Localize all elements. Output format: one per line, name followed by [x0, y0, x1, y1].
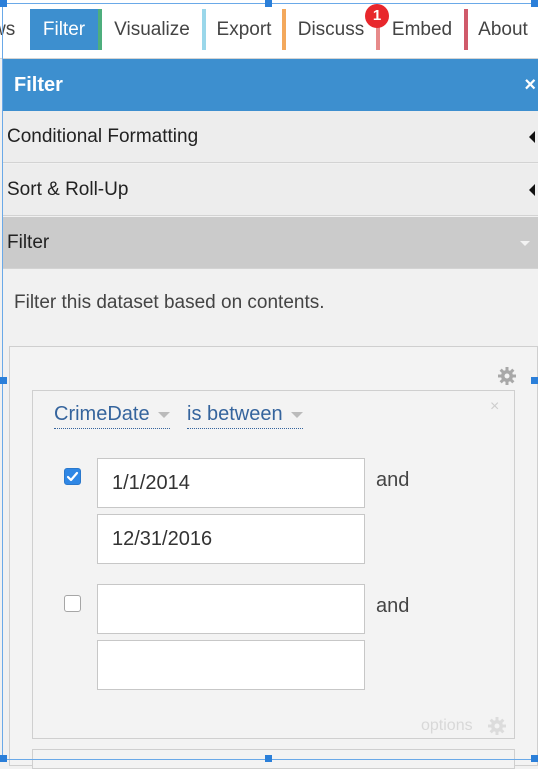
resize-handle[interactable]	[0, 755, 7, 762]
section-sort-rollup[interactable]: Sort & Roll-Up	[3, 164, 538, 216]
operator-dropdown[interactable]: is between	[187, 403, 303, 429]
tab-export[interactable]: Export	[206, 9, 286, 50]
resize-handle[interactable]	[265, 755, 272, 762]
tab-filter[interactable]: Filter	[30, 9, 102, 50]
tab-embed[interactable]: Embed	[380, 9, 468, 50]
resize-handle[interactable]	[531, 755, 538, 762]
tab-bar: ws Filter Visualize Export Discuss Embed…	[0, 0, 538, 59]
condition-1-from-input[interactable]	[97, 458, 365, 508]
operator-dropdown-label: is between	[187, 403, 283, 425]
section-filter[interactable]: Filter	[3, 217, 538, 269]
caret-down-icon	[520, 241, 530, 246]
resize-handle[interactable]	[0, 0, 7, 7]
condition-2-from-input[interactable]	[97, 584, 365, 634]
resize-handle[interactable]	[265, 0, 272, 7]
close-icon[interactable]: ×	[524, 59, 536, 111]
chevron-down-icon	[157, 411, 170, 418]
condition-1-checkbox[interactable]	[64, 468, 81, 485]
panel-title: Filter	[14, 74, 63, 96]
tab-visualize[interactable]: Visualize	[102, 9, 206, 50]
condition-2-to-input[interactable]	[97, 640, 365, 690]
caret-left-icon	[529, 184, 535, 196]
section-label: Sort & Roll-Up	[7, 179, 129, 200]
filter-panel-header: Filter ×	[3, 59, 538, 111]
filter-description: Filter this dataset based on contents.	[14, 292, 325, 313]
gear-icon[interactable]	[487, 716, 507, 736]
and-label: and	[376, 469, 410, 491]
tab-about[interactable]: About	[468, 9, 538, 50]
section-label: Filter	[7, 232, 50, 253]
condition-1-to-input[interactable]	[97, 514, 365, 564]
condition-2-checkbox[interactable]	[64, 595, 81, 612]
gear-icon[interactable]	[497, 366, 517, 386]
discuss-notification-badge: 1	[365, 4, 389, 28]
resize-handle[interactable]	[531, 377, 538, 384]
resize-handle[interactable]	[0, 377, 7, 384]
section-conditional-formatting[interactable]: Conditional Formatting	[3, 111, 538, 163]
section-label: Conditional Formatting	[7, 126, 199, 147]
remove-condition-icon[interactable]: ×	[490, 398, 499, 416]
check-icon	[66, 471, 79, 482]
options-link[interactable]: options	[421, 717, 473, 735]
resize-handle[interactable]	[531, 0, 538, 7]
column-dropdown[interactable]: CrimeDate	[54, 403, 170, 429]
tab-views[interactable]: ws	[0, 9, 30, 50]
and-label: and	[376, 595, 410, 617]
column-dropdown-label: CrimeDate	[54, 403, 150, 425]
chevron-down-icon	[290, 411, 303, 418]
caret-left-icon	[529, 131, 535, 143]
